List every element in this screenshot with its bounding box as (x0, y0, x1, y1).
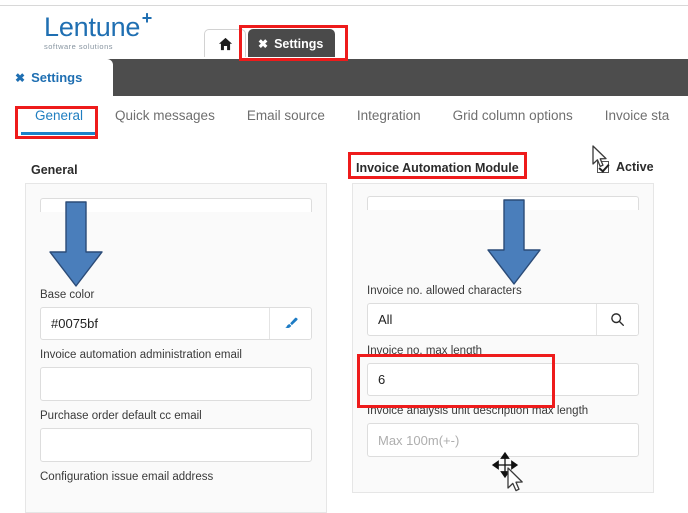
tab-grid-column-options-label: Grid column options (452, 108, 573, 123)
invoice-automation-administration-email-input[interactable] (41, 368, 311, 400)
color-picker-button[interactable] (269, 308, 311, 339)
tab-invoice-status-label: Invoice sta (604, 108, 670, 123)
tab-invoice-status[interactable]: Invoice sta (589, 100, 686, 133)
annotation-arrow-down-right (487, 199, 541, 285)
field-invoice-automation-administration-email: Invoice automation administration email (40, 348, 312, 401)
close-icon[interactable]: ✖ (258, 38, 268, 50)
brand-tagline: software solutions (44, 42, 114, 51)
tab-integration[interactable]: Integration (341, 100, 437, 133)
tab-general[interactable]: General (19, 100, 99, 135)
invoice-automation-module-heading: Invoice Automation Module (356, 161, 519, 175)
base-color-control[interactable] (40, 307, 312, 340)
invoice-no-max-length-label: Invoice no. max length (367, 345, 483, 357)
invoice-no-max-length-input[interactable] (368, 364, 638, 395)
tab-email-source-label: Email source (246, 108, 325, 123)
home-icon (218, 37, 232, 50)
field-base-color: Base color (40, 288, 312, 340)
general-fields: Base color Invoice automation administra… (26, 288, 326, 492)
purchase-order-default-cc-email-input[interactable] (41, 429, 311, 461)
settings-page-tab-label: Settings (31, 70, 83, 85)
field-invoice-no-max-length: Invoice no. max length (367, 344, 639, 396)
invoice-no-allowed-characters-input[interactable] (368, 304, 596, 335)
active-checkbox-group[interactable]: Active (597, 160, 654, 174)
field-purchase-order-default-cc-email: Purchase order default cc email (40, 409, 312, 462)
tab-quick-messages-label: Quick messages (115, 108, 215, 123)
close-icon[interactable]: ✖ (15, 72, 25, 84)
purchase-order-default-cc-email-control[interactable] (40, 428, 312, 462)
brand-plus-mark: + (141, 8, 153, 28)
annotation-arrow-down-left (49, 201, 103, 287)
settings-browser-tab[interactable]: ✖ Settings (248, 29, 336, 57)
settings-nav-tabs: General Quick messages Email source Inte… (0, 100, 688, 144)
invoice-analysis-unit-description-max-length-input[interactable] (368, 424, 638, 456)
invoice-automation-administration-email-control[interactable] (40, 367, 312, 401)
tab-integration-label: Integration (356, 108, 421, 123)
tab-grid-column-options[interactable]: Grid column options (437, 100, 589, 133)
brand-name: Lentune (44, 12, 141, 42)
browser-tabstrip: ✖ Settings (204, 28, 336, 57)
general-section-heading: General (31, 163, 78, 177)
field-invoice-no-allowed-characters: Invoice no. allowed characters (367, 284, 639, 336)
configuration-issue-email-address-label: Configuration issue email address (40, 471, 214, 483)
base-color-input[interactable] (41, 308, 269, 339)
search-button[interactable] (596, 304, 638, 335)
field-invoice-analysis-unit-description-max-length: Invoice analysis unit description max le… (367, 404, 639, 457)
top-divider (0, 5, 688, 6)
base-color-label: Base color (40, 289, 95, 301)
active-checkbox[interactable] (597, 161, 609, 173)
tab-email-source[interactable]: Email source (231, 100, 341, 133)
field-configuration-issue-email-address: Configuration issue email address (40, 470, 312, 484)
active-checkbox-label: Active (616, 160, 654, 174)
settings-browser-tab-label: Settings (274, 36, 324, 51)
purchase-order-default-cc-email-label: Purchase order default cc email (40, 410, 202, 422)
home-tab[interactable] (204, 29, 246, 57)
tab-general-label: General (35, 108, 84, 123)
invoice-analysis-unit-description-max-length-label: Invoice analysis unit description max le… (367, 405, 589, 417)
invoice-automation-administration-email-label: Invoice automation administration email (40, 349, 242, 361)
invoice-no-max-length-control[interactable] (367, 363, 639, 396)
invoice-no-allowed-characters-control[interactable] (367, 303, 639, 336)
settings-page: Lentune + software solutions ✖ Settings … (0, 0, 688, 513)
settings-page-tab[interactable]: ✖ Settings (0, 59, 113, 96)
invoice-analysis-unit-description-max-length-control[interactable] (367, 423, 639, 457)
tab-quick-messages[interactable]: Quick messages (99, 100, 231, 133)
search-icon (611, 313, 625, 327)
paintbrush-icon (285, 317, 298, 328)
brand-logo: Lentune + software solutions (44, 8, 152, 51)
invoice-automation-fields: Invoice no. allowed characters Invoice n… (353, 284, 653, 465)
